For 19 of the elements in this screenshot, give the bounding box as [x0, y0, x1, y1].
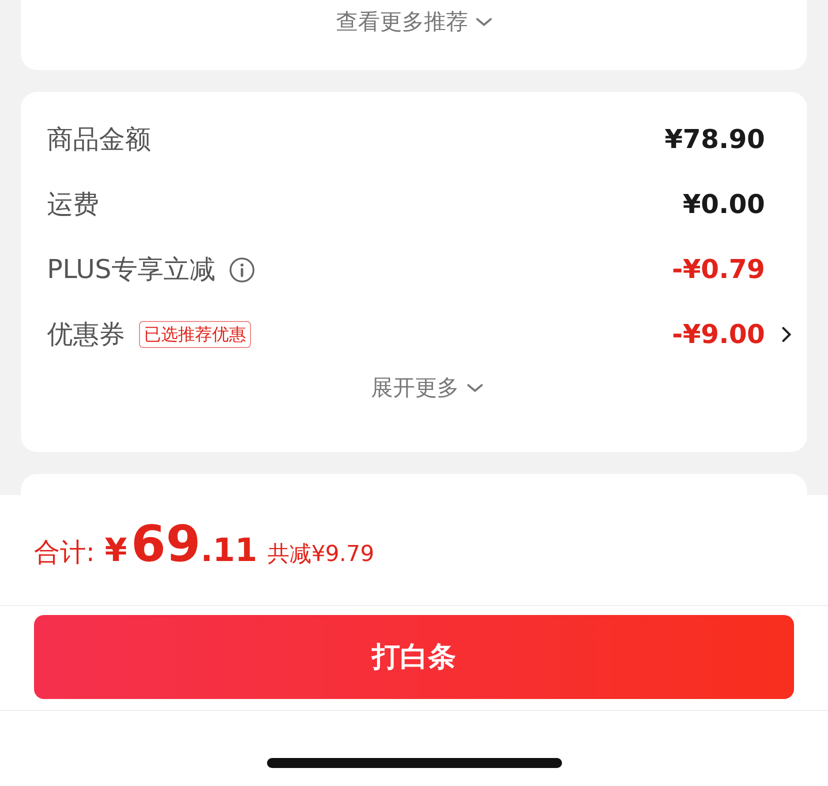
pay-button[interactable]: 打白条	[34, 615, 794, 699]
price-label: 运费	[47, 189, 99, 222]
price-amount: ¥0.00	[682, 190, 765, 220]
chevron-down-icon	[467, 384, 483, 392]
price-amount: -¥0.79	[672, 254, 765, 284]
total-label: 合计:	[34, 537, 95, 570]
savings-text: 共减¥9.79	[267, 541, 374, 569]
price-label: PLUS专享立减	[47, 254, 216, 287]
price-label: 优惠券	[47, 319, 125, 352]
expand-more-button[interactable]: 展开更多	[365, 369, 489, 407]
more-recommendations-button[interactable]: 查看更多推荐	[330, 3, 498, 41]
price-label: 商品金额	[47, 124, 151, 157]
info-icon[interactable]	[229, 256, 256, 282]
total-price: ¥69.11	[104, 515, 258, 573]
chevron-down-icon	[476, 18, 492, 26]
chevron-right-icon[interactable]	[782, 327, 790, 342]
price-amount: ¥78.90	[664, 124, 765, 154]
price-amount: -¥9.00	[672, 320, 765, 350]
coupon-tag: 已选推荐优惠	[139, 321, 251, 348]
